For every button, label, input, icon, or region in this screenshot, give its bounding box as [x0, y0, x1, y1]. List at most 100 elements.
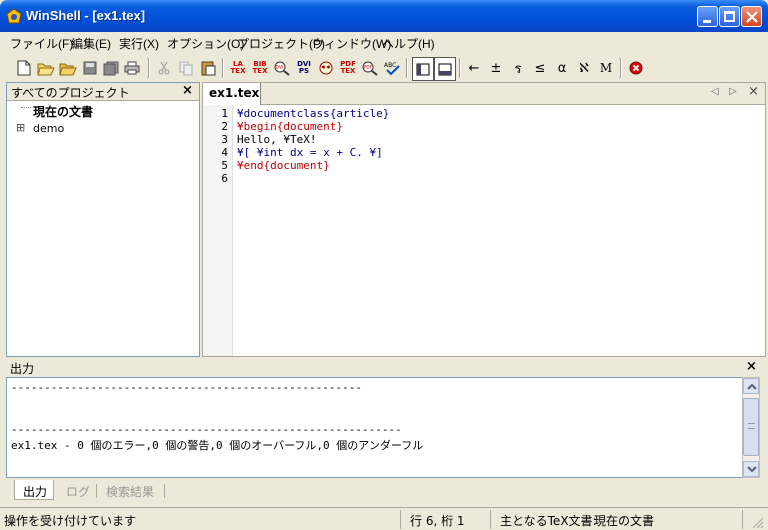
code-area[interactable]: ¥documentclass{article} ¥begin{document}…	[203, 105, 765, 356]
menu-help[interactable]: ヘルプ(H)	[382, 35, 435, 52]
scissors-icon	[158, 61, 170, 75]
print-button[interactable]	[122, 57, 142, 79]
stop-icon	[629, 61, 643, 75]
title-bar[interactable]: WinShell - [ex1.tex]	[0, 0, 768, 32]
symbol-aleph-button[interactable]: ℵ	[574, 57, 594, 79]
status-main-doc-label: 主となるTeX文書:	[500, 514, 597, 528]
tree-item-demo[interactable]: demo	[33, 122, 64, 135]
view-layout-1-button[interactable]	[412, 57, 434, 81]
symbol-math-button[interactable]: M	[596, 57, 616, 79]
save-all-button[interactable]	[101, 57, 121, 79]
code-line: ¥end{document}	[237, 159, 330, 172]
output-tab-search-results[interactable]: 検索結果	[106, 483, 154, 500]
status-main-doc-value: 現在の文書	[594, 514, 655, 528]
latex-button[interactable]: LA TEX	[228, 57, 248, 79]
scroll-up-button[interactable]	[743, 378, 759, 394]
editor-tab-strip: ex1.tex ◁ ▷ ×	[203, 83, 765, 105]
save-disk-icon	[83, 61, 97, 75]
project-pane: すべてのプロジェクト × 現在の文書 ⊞ demo	[6, 82, 200, 357]
status-message: 操作を受け付けています	[4, 514, 137, 528]
close-window-button[interactable]	[741, 6, 762, 27]
paste-button[interactable]	[198, 57, 218, 79]
tab-separator	[164, 484, 165, 498]
copy-icon	[179, 61, 192, 75]
view-layout-2-button[interactable]	[434, 57, 456, 81]
pdf-view-button[interactable]: PDF	[360, 57, 380, 79]
tree-expander-icon[interactable]: ⊞	[16, 121, 25, 134]
menu-edit[interactable]: 編集(E)	[71, 35, 111, 52]
menu-options[interactable]: オプション(O)	[167, 35, 244, 52]
symbol-leftarrow-button[interactable]: ←	[464, 57, 484, 79]
output-tab-output[interactable]: 出力	[14, 480, 54, 500]
code-line: Hello, ¥TeX!	[237, 133, 317, 146]
cut-button[interactable]	[154, 57, 174, 79]
pdf-magnifier-icon: PDF	[362, 61, 378, 76]
output-scrollbar[interactable]	[742, 377, 760, 478]
menu-run[interactable]: 実行(X)	[119, 35, 159, 52]
open-project-icon	[59, 63, 77, 75]
toolbar-separator	[222, 58, 224, 78]
copy-button[interactable]	[176, 57, 196, 79]
toolbar-separator	[406, 58, 408, 78]
stop-button[interactable]	[626, 57, 646, 79]
tab-ex1-tex[interactable]: ex1.tex	[203, 83, 261, 105]
svg-text:DVI: DVI	[276, 65, 284, 71]
chevron-up-icon	[747, 383, 757, 390]
project-pane-title: すべてのプロジェクト	[11, 86, 130, 100]
tab-scroll-right-icon[interactable]: ▷	[729, 86, 737, 97]
status-separator	[490, 510, 491, 529]
output-line: ex1.tex - 0 個のエラー,0 個の警告,0 個のオーバーフル,0 個の…	[11, 439, 424, 452]
code-line: ¥[ ¥int dx = x + C. ¥]	[237, 146, 383, 159]
tab-separator	[96, 484, 97, 498]
output-tab-log[interactable]: ログ	[66, 483, 90, 500]
toolbar-separator	[148, 58, 150, 78]
toolbar-separator	[620, 58, 622, 78]
ghost-view-icon	[319, 61, 333, 75]
bibtex-button[interactable]: BIB TEX	[250, 57, 270, 79]
symbol-alpha-button[interactable]: α	[552, 57, 572, 79]
toolbar: LA TEX BIB TEX DVI DVI PS PDF TEX PDF AB…	[0, 54, 768, 82]
window-title: WinShell - [ex1.tex]	[26, 8, 146, 23]
menu-window[interactable]: ウィンドウ(W)	[312, 35, 391, 52]
output-line: ----------------------------------------…	[11, 381, 362, 394]
tab-close-icon[interactable]: ×	[748, 84, 759, 99]
output-text-area[interactable]: ----------------------------------------…	[6, 377, 746, 478]
new-file-icon	[17, 60, 31, 76]
status-bar: 操作を受け付けています 行 6, 桁 1 主となるTeX文書: 現在の文書	[0, 507, 768, 530]
dvips-button[interactable]: DVI PS	[294, 57, 314, 79]
tab-scroll-left-icon[interactable]: ◁	[711, 86, 719, 97]
paste-clipboard-icon	[201, 61, 215, 76]
status-cursor-position: 行 6, 桁 1	[410, 514, 465, 528]
tab-label: ex1.tex	[209, 86, 260, 100]
chevron-down-icon	[747, 466, 757, 473]
symbol-leq-button[interactable]: ≤	[530, 57, 550, 79]
symbol-plusminus-button[interactable]: ±	[486, 57, 506, 79]
svg-text:PDF: PDF	[364, 65, 373, 71]
maximize-icon	[724, 11, 735, 22]
code-line: ¥begin{document}	[237, 120, 343, 133]
maximize-button[interactable]	[719, 6, 740, 27]
pdftex-button[interactable]: PDF TEX	[338, 57, 358, 79]
spell-check-button[interactable]: ABC	[382, 57, 402, 79]
tree-item-current-document[interactable]: 現在の文書	[33, 103, 93, 120]
symbol-relation-button[interactable]: ร	[508, 57, 528, 79]
menu-file[interactable]: ファイル(F)	[10, 35, 73, 52]
tree-line	[21, 107, 31, 108]
status-separator	[400, 510, 401, 529]
resize-grip-icon[interactable]	[752, 517, 764, 529]
output-pane-close-button[interactable]: ×	[746, 359, 757, 374]
ghostview-button[interactable]	[316, 57, 336, 79]
status-separator	[742, 510, 743, 529]
scroll-down-button[interactable]	[743, 461, 759, 477]
dvi-view-button[interactable]: DVI	[272, 57, 292, 79]
open-project-button[interactable]	[58, 57, 78, 79]
minimize-button[interactable]	[697, 6, 718, 27]
scroll-thumb[interactable]	[743, 398, 759, 456]
code-line: ¥documentclass{article}	[237, 107, 390, 120]
new-file-button[interactable]	[14, 57, 34, 79]
open-file-button[interactable]	[36, 57, 56, 79]
save-button[interactable]	[80, 57, 100, 79]
close-icon	[746, 11, 758, 23]
dvi-magnifier-icon: DVI	[274, 61, 290, 76]
project-pane-close-button[interactable]: ×	[182, 83, 193, 98]
